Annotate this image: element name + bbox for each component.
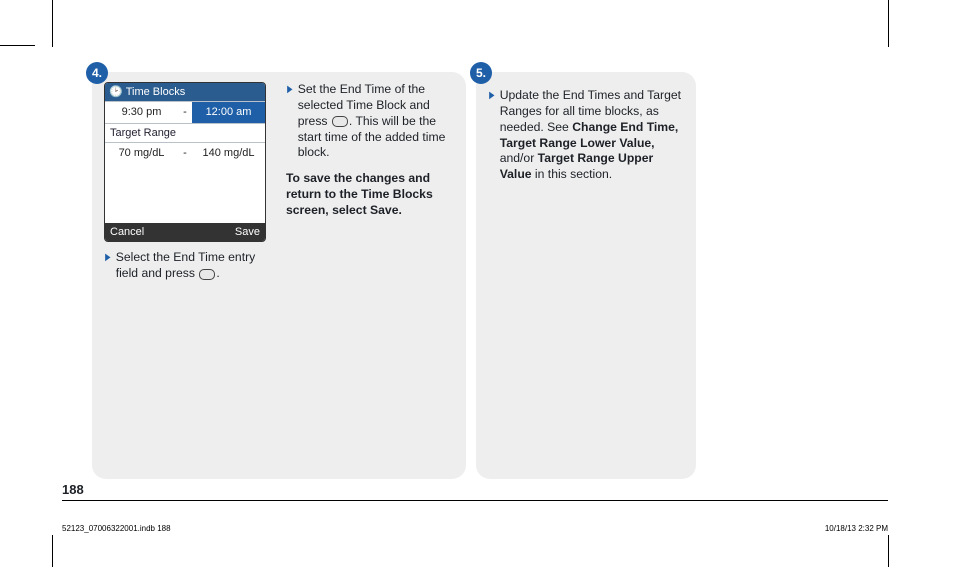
time-end-value: 12:00 am [192,102,265,122]
footer-rule [62,500,888,501]
step-5-panel: 5. ▶ Update the End Times and Target Ran… [476,72,696,479]
oval-button-icon [332,116,348,127]
device-time-row: 9:30 pm - 12:00 am [105,101,265,122]
step-4-save-note: To save the changes and return to the Ti… [286,171,454,219]
footer-left: 52123_07006322001.indb 188 [62,524,171,533]
step-4-bullet-1: ▶ Select the End Time entry field and pr… [104,250,272,282]
oval-button-icon [199,269,215,280]
range-separator: - [178,143,192,163]
page-number: 188 [62,482,84,497]
device-title-text: Time Blocks [126,85,186,99]
step-5-bullet: ▶ Update the End Times and Target Ranges… [488,88,684,183]
device-footer: Cancel Save [105,223,265,241]
crop-mark [52,0,53,47]
crop-mark [888,535,889,567]
step-4-bullet-1-b: . [216,266,219,280]
crop-mark [0,45,35,46]
step-5-text-e: in this section. [532,167,613,181]
target-range-label: Target Range [105,123,265,142]
step-4-bullet-2: ▶ Set the End Time of the selected Time … [286,82,454,161]
device-title-bar: 🕑 Time Blocks [105,83,265,101]
step-4-bullet-2-text: Set the End Time of the selected Time Bl… [298,82,454,161]
triangle-bullet-icon: ▶ [287,82,292,97]
step-4-badge: 4. [86,62,108,84]
step-4-panel: 4. 🕑 Time Blocks 9:30 pm - 12:00 am Targ… [92,72,466,479]
device-cancel-button: Cancel [110,225,144,239]
step-4-col-right: ▶ Set the End Time of the selected Time … [286,82,454,467]
document-page: 4. 🕑 Time Blocks 9:30 pm - 12:00 am Targ… [0,0,954,567]
step-4-col-left: 🕑 Time Blocks 9:30 pm - 12:00 am Target … [104,82,272,467]
triangle-bullet-icon: ▶ [105,250,110,265]
step-4-bullet-1-a: Select the End Time entry field and pres… [116,250,256,280]
time-start-value: 9:30 pm [105,102,178,122]
step-5-text-c: and/or [500,151,538,165]
range-lower-value: 70 mg/dL [105,143,178,163]
footer-right: 10/18/13 2:32 PM [825,524,888,533]
clock-icon: 🕑 [109,85,123,99]
device-spacer [105,163,265,223]
time-separator: - [178,102,192,122]
crop-mark [888,0,889,47]
crop-mark [52,535,53,567]
step-5-badge: 5. [470,62,492,84]
step-4-bullet-1-text: Select the End Time entry field and pres… [116,250,272,282]
device-range-row: 70 mg/dL - 140 mg/dL [105,142,265,163]
device-save-button: Save [235,225,260,239]
device-mock: 🕑 Time Blocks 9:30 pm - 12:00 am Target … [104,82,266,242]
triangle-bullet-icon: ▶ [489,88,494,103]
step-5-text: Update the End Times and Target Ranges f… [500,88,684,183]
range-upper-value: 140 mg/dL [192,143,265,163]
